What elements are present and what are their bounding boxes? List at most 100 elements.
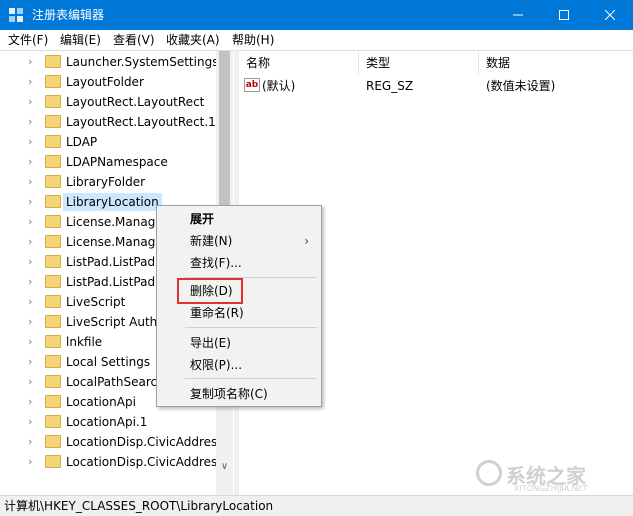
folder-icon bbox=[45, 355, 61, 368]
folder-icon bbox=[45, 175, 61, 188]
tree-item-label: LocationDisp.CivicAddress bbox=[66, 455, 224, 469]
menu-item-label: 重命名(R) bbox=[190, 306, 244, 320]
close-button[interactable] bbox=[587, 0, 633, 30]
tree-item[interactable]: › LocationApi.1 bbox=[0, 412, 216, 432]
folder-icon bbox=[45, 255, 61, 268]
tree-item-label: LocationApi.1 bbox=[66, 415, 148, 429]
window-title: 注册表编辑器 bbox=[32, 8, 105, 22]
tree-item-label: Launcher.SystemSettings bbox=[66, 55, 219, 69]
value-row[interactable]: ab (默认) REG_SZ (数值未设置) bbox=[239, 77, 633, 95]
value-name: (默认) bbox=[262, 79, 296, 93]
tree-item-label: LibraryFolder bbox=[66, 175, 146, 189]
folder-icon bbox=[45, 335, 61, 348]
tree-item-label: LDAP bbox=[66, 135, 98, 149]
folder-icon bbox=[45, 95, 61, 108]
tree-item-label: LayoutRect.LayoutRect.1 bbox=[66, 115, 216, 129]
chevron-right-icon[interactable]: › bbox=[28, 135, 38, 149]
menu-item-expand[interactable]: 展开 bbox=[157, 208, 321, 230]
chevron-right-icon[interactable]: › bbox=[28, 115, 38, 129]
tree-item-label: LibraryLocation bbox=[63, 193, 162, 211]
menu-item-label: 导出(E) bbox=[190, 336, 231, 350]
maximize-button[interactable] bbox=[541, 0, 587, 30]
folder-icon bbox=[45, 295, 61, 308]
chevron-right-icon[interactable]: › bbox=[28, 175, 38, 189]
chevron-right-icon[interactable]: › bbox=[28, 195, 38, 209]
folder-icon bbox=[45, 155, 61, 168]
chevron-right-icon[interactable]: › bbox=[28, 75, 38, 89]
chevron-right-icon[interactable]: › bbox=[28, 255, 38, 269]
watermark: 系统之家 XITONGZHIJIA.NET bbox=[470, 458, 630, 494]
folder-icon bbox=[45, 275, 61, 288]
chevron-right-icon[interactable]: › bbox=[28, 95, 38, 109]
value-data: (数值未设置) bbox=[486, 79, 556, 93]
tree-item-label: LocalPathSearch bbox=[66, 375, 165, 389]
menu-item-new[interactable]: 新建(N) › bbox=[157, 230, 321, 252]
folder-icon bbox=[45, 315, 61, 328]
chevron-right-icon[interactable]: › bbox=[28, 55, 38, 69]
string-value-icon: ab bbox=[244, 78, 260, 92]
menu-item-label: 新建(N) bbox=[190, 234, 233, 248]
column-header-data[interactable]: 数据 bbox=[479, 51, 633, 75]
folder-icon bbox=[45, 235, 61, 248]
menu-item-rename[interactable]: 重命名(R) bbox=[157, 302, 321, 324]
menu-item-export[interactable]: 导出(E) bbox=[157, 332, 321, 354]
tree-item[interactable]: › LibraryFolder bbox=[0, 172, 216, 192]
tree-item[interactable]: › LayoutRect.LayoutRect bbox=[0, 92, 216, 112]
chevron-right-icon[interactable]: › bbox=[28, 295, 38, 309]
folder-icon bbox=[45, 415, 61, 428]
watermark-logo-icon bbox=[476, 460, 502, 486]
chevron-right-icon[interactable]: › bbox=[28, 235, 38, 249]
menu-help[interactable]: 帮助(H) bbox=[232, 33, 274, 47]
chevron-right-icon[interactable]: › bbox=[28, 415, 38, 429]
tree-item[interactable]: › Launcher.SystemSettings bbox=[0, 52, 218, 72]
tree-item[interactable]: › LDAPNamespace bbox=[0, 152, 216, 172]
folder-icon bbox=[45, 195, 61, 208]
menu-file[interactable]: 文件(F) bbox=[8, 33, 48, 47]
menu-view[interactable]: 查看(V) bbox=[113, 33, 155, 47]
column-header-type[interactable]: 类型 bbox=[359, 51, 479, 75]
menu-item-find[interactable]: 查找(F)... bbox=[157, 252, 321, 274]
tree-item[interactable]: › LayoutRect.LayoutRect.1 bbox=[0, 112, 216, 132]
tree-item-label: LiveScript Autho bbox=[66, 315, 165, 329]
menu-separator bbox=[185, 378, 317, 379]
chevron-right-icon[interactable]: › bbox=[28, 335, 38, 349]
chevron-right-icon[interactable]: › bbox=[28, 375, 38, 389]
tree-item-label: LocationDisp.CivicAddress bbox=[66, 435, 224, 449]
tree-item-label: License.Manage bbox=[66, 235, 163, 249]
chevron-right-icon[interactable]: › bbox=[28, 155, 38, 169]
tree-item[interactable]: › LayoutFolder bbox=[0, 72, 216, 92]
tree-item[interactable]: › LocationDisp.CivicAddress bbox=[0, 432, 224, 452]
menu-bar: 文件(F) 编辑(E) 查看(V) 收藏夹(A) 帮助(H) bbox=[0, 30, 633, 50]
folder-icon bbox=[45, 55, 61, 68]
column-header-name[interactable]: 名称 bbox=[239, 51, 359, 75]
title-bar[interactable]: 注册表编辑器 bbox=[0, 0, 633, 30]
status-bar: 计算机\HKEY_CLASSES_ROOT\LibraryLocation bbox=[0, 495, 633, 516]
menu-favorites[interactable]: 收藏夹(A) bbox=[166, 33, 220, 47]
folder-icon bbox=[45, 75, 61, 88]
minimize-icon bbox=[513, 14, 523, 16]
folder-icon bbox=[45, 395, 61, 408]
chevron-right-icon[interactable]: › bbox=[28, 435, 38, 449]
menu-item-copy-key-name[interactable]: 复制项名称(C) bbox=[157, 383, 321, 405]
chevron-down-icon[interactable]: ∨ bbox=[216, 458, 233, 475]
tree-item-label: LiveScript bbox=[66, 295, 126, 309]
chevron-right-icon[interactable]: › bbox=[28, 355, 38, 369]
menu-item-label: 权限(P)... bbox=[190, 358, 243, 372]
folder-icon bbox=[45, 375, 61, 388]
chevron-right-icon[interactable]: › bbox=[28, 275, 38, 289]
close-icon bbox=[604, 9, 616, 21]
status-path: 计算机\HKEY_CLASSES_ROOT\LibraryLocation bbox=[4, 499, 274, 513]
menu-edit[interactable]: 编辑(E) bbox=[60, 33, 101, 47]
tree-item[interactable]: › LocationDisp.CivicAddress bbox=[0, 452, 224, 472]
tree-item-label: LayoutFolder bbox=[66, 75, 144, 89]
minimize-button[interactable] bbox=[495, 0, 541, 30]
menu-item-label: 查找(F)... bbox=[190, 256, 242, 270]
tree-item[interactable]: › LDAP bbox=[0, 132, 216, 152]
menu-item-label: 展开 bbox=[190, 212, 215, 226]
chevron-right-icon[interactable]: › bbox=[28, 315, 38, 329]
chevron-right-icon[interactable]: › bbox=[28, 395, 38, 409]
menu-separator bbox=[185, 327, 317, 328]
chevron-right-icon[interactable]: › bbox=[28, 455, 38, 469]
chevron-right-icon[interactable]: › bbox=[28, 215, 38, 229]
menu-item-permissions[interactable]: 权限(P)... bbox=[157, 354, 321, 376]
